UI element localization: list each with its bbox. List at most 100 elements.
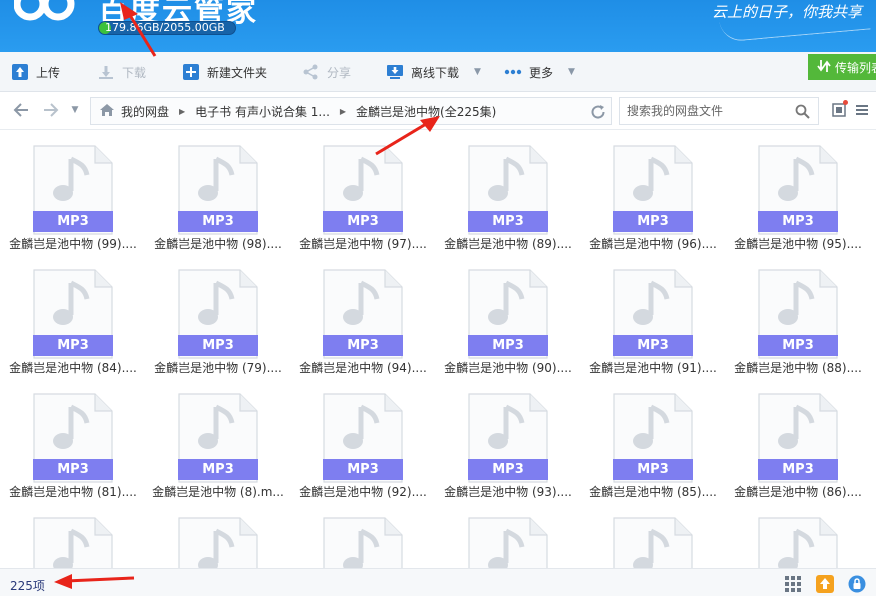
file-item[interactable]: MP3 金麟岂是池中物 (84).... (0, 255, 137, 375)
search-input[interactable] (620, 98, 790, 124)
app-header: 百度云管家 179.86GB/2055.00GB 云上的日子，你我共享 (0, 0, 876, 52)
download-button[interactable]: 下载 (97, 52, 146, 92)
file-item[interactable]: MP3 金麟岂是池中物 (94).... (290, 255, 427, 375)
mp3-badge: MP3 (178, 211, 258, 232)
upload-button[interactable]: 上传 (11, 52, 60, 92)
refresh-icon[interactable] (589, 103, 607, 124)
grid-view-icon[interactable] (784, 575, 802, 593)
mp3-badge: MP3 (468, 211, 548, 232)
mp3-badge: MP3 (323, 211, 403, 232)
mp3-badge: MP3 (33, 335, 113, 356)
breadcrumb-item-my-disk[interactable]: 我的网盘 (121, 103, 169, 120)
lock-icon[interactable] (848, 575, 866, 593)
new-folder-label: 新建文件夹 (207, 65, 268, 80)
mp3-badge: MP3 (758, 335, 838, 356)
file-name: 金麟岂是池中物 (88).... (734, 361, 862, 375)
file-item[interactable]: MP3 金麟岂是池中物 (85).... (580, 379, 717, 499)
navigation-bar: ▼ 我的网盘 ▶ 电子书 有声小说合集 1... ▶ 金麟岂是池中物(全225集… (0, 92, 876, 130)
file-item[interactable]: MP3 (725, 503, 855, 568)
download-icon (97, 63, 115, 81)
item-count: 225项 (10, 579, 45, 593)
file-item[interactable]: MP3 (580, 503, 710, 568)
file-item[interactable]: MP3 金麟岂是池中物 (93).... (435, 379, 572, 499)
home-icon[interactable] (99, 103, 115, 120)
file-item[interactable]: MP3 金麟岂是池中物 (79).... (145, 255, 282, 375)
more-button[interactable]: 更多 ▼ (504, 52, 575, 92)
offline-download-label: 离线下载 (411, 65, 460, 80)
file-item[interactable]: MP3 (435, 503, 565, 568)
file-item[interactable]: MP3 金麟岂是池中物 (89).... (435, 131, 572, 251)
mp3-badge: MP3 (178, 459, 258, 480)
mp3-badge: MP3 (323, 459, 403, 480)
transfer-list-button[interactable]: 传输列表 (808, 54, 876, 80)
file-item[interactable]: MP3 金麟岂是池中物 (91).... (580, 255, 717, 375)
back-arrow-icon[interactable] (12, 101, 30, 119)
music-note-icon (178, 517, 258, 568)
file-name: 金麟岂是池中物 (81).... (9, 485, 137, 499)
history-dropdown-icon[interactable]: ▼ (66, 101, 84, 119)
grid-view-toggle-icon[interactable] (832, 103, 846, 120)
file-item[interactable]: MP3 (0, 503, 130, 568)
share-icon (302, 63, 320, 81)
toolbar: 上传 下载 新建文件夹 分享 离线下载 ▼ 更多 ▼ (0, 52, 876, 92)
new-folder-button[interactable]: 新建文件夹 (182, 52, 267, 92)
file-name: 金麟岂是池中物 (90).... (444, 361, 572, 375)
cloud-logo-icon (14, 0, 75, 21)
file-item[interactable]: MP3 (290, 503, 420, 568)
offline-download-button[interactable]: 离线下载 ▼ (386, 52, 481, 92)
storage-quota-bar[interactable]: 179.86GB/2055.00GB (98, 21, 236, 35)
file-name: 金麟岂是池中物 (91).... (589, 361, 717, 375)
mp3-badge: MP3 (33, 459, 113, 480)
file-item[interactable]: MP3 金麟岂是池中物 (99).... (0, 131, 137, 251)
mp3-badge: MP3 (468, 335, 548, 356)
mp3-badge: MP3 (323, 335, 403, 356)
breadcrumb: 我的网盘 ▶ 电子书 有声小说合集 1... ▶ 金麟岂是池中物(全225集) (90, 97, 612, 125)
file-name: 金麟岂是池中物 (92).... (299, 485, 427, 499)
file-name: 金麟岂是池中物 (85).... (589, 485, 717, 499)
download-label: 下载 (122, 65, 147, 80)
breadcrumb-item-current-folder[interactable]: 金麟岂是池中物(全225集) (356, 103, 496, 120)
mp3-badge: MP3 (613, 459, 693, 480)
file-name: 金麟岂是池中物 (8).m... (152, 485, 284, 499)
mp3-badge: MP3 (613, 211, 693, 232)
slogan: 云上的日子，你我共享 (711, 3, 862, 21)
file-item[interactable]: MP3 金麟岂是池中物 (97).... (290, 131, 427, 251)
file-grid: MP3 金麟岂是池中物 (99).... MP3 金麟岂是池中物 (98).... MP… (0, 131, 876, 568)
file-name: 金麟岂是池中物 (93).... (444, 485, 572, 499)
music-note-icon (33, 517, 113, 568)
file-name: 金麟岂是池中物 (94).... (299, 361, 427, 375)
chevron-down-icon[interactable]: ▼ (474, 67, 481, 77)
search-icon[interactable] (795, 104, 810, 122)
file-item[interactable]: MP3 金麟岂是池中物 (86).... (725, 379, 862, 499)
upload-arrow-icon[interactable] (816, 575, 834, 593)
music-note-icon (613, 517, 693, 568)
transfer-icon (817, 59, 831, 76)
more-label: 更多 (529, 65, 554, 80)
status-bar: 225项 (0, 568, 876, 596)
chevron-down-icon[interactable]: ▼ (568, 67, 575, 77)
file-item[interactable]: MP3 金麟岂是池中物 (95).... (725, 131, 862, 251)
upload-icon (11, 63, 29, 81)
music-note-icon (758, 517, 838, 568)
breadcrumb-separator-icon: ▶ (339, 106, 347, 116)
file-item[interactable]: MP3 金麟岂是池中物 (98).... (145, 131, 282, 251)
file-item[interactable]: MP3 金麟岂是池中物 (8).m... (145, 379, 284, 499)
mp3-badge: MP3 (758, 459, 838, 480)
file-name: 金麟岂是池中物 (79).... (154, 361, 282, 375)
file-item[interactable]: MP3 金麟岂是池中物 (81).... (0, 379, 137, 499)
list-view-toggle-icon[interactable] (855, 103, 869, 120)
file-name: 金麟岂是池中物 (86).... (734, 485, 862, 499)
file-item[interactable]: MP3 (145, 503, 275, 568)
file-item[interactable]: MP3 金麟岂是池中物 (88).... (725, 255, 862, 375)
file-name: 金麟岂是池中物 (95).... (734, 237, 862, 251)
storage-quota-text: 179.86GB/2055.00GB (105, 21, 225, 34)
mp3-badge: MP3 (613, 335, 693, 356)
file-item[interactable]: MP3 金麟岂是池中物 (92).... (290, 379, 427, 499)
breadcrumb-item-ebook-folder[interactable]: 电子书 有声小说合集 1... (195, 103, 330, 120)
file-item[interactable]: MP3 金麟岂是池中物 (96).... (580, 131, 717, 251)
file-name: 金麟岂是池中物 (84).... (9, 361, 137, 375)
forward-arrow-icon[interactable] (42, 101, 60, 119)
share-button[interactable]: 分享 (302, 52, 351, 92)
file-item[interactable]: MP3 金麟岂是池中物 (90).... (435, 255, 572, 375)
search-box[interactable] (619, 97, 819, 125)
